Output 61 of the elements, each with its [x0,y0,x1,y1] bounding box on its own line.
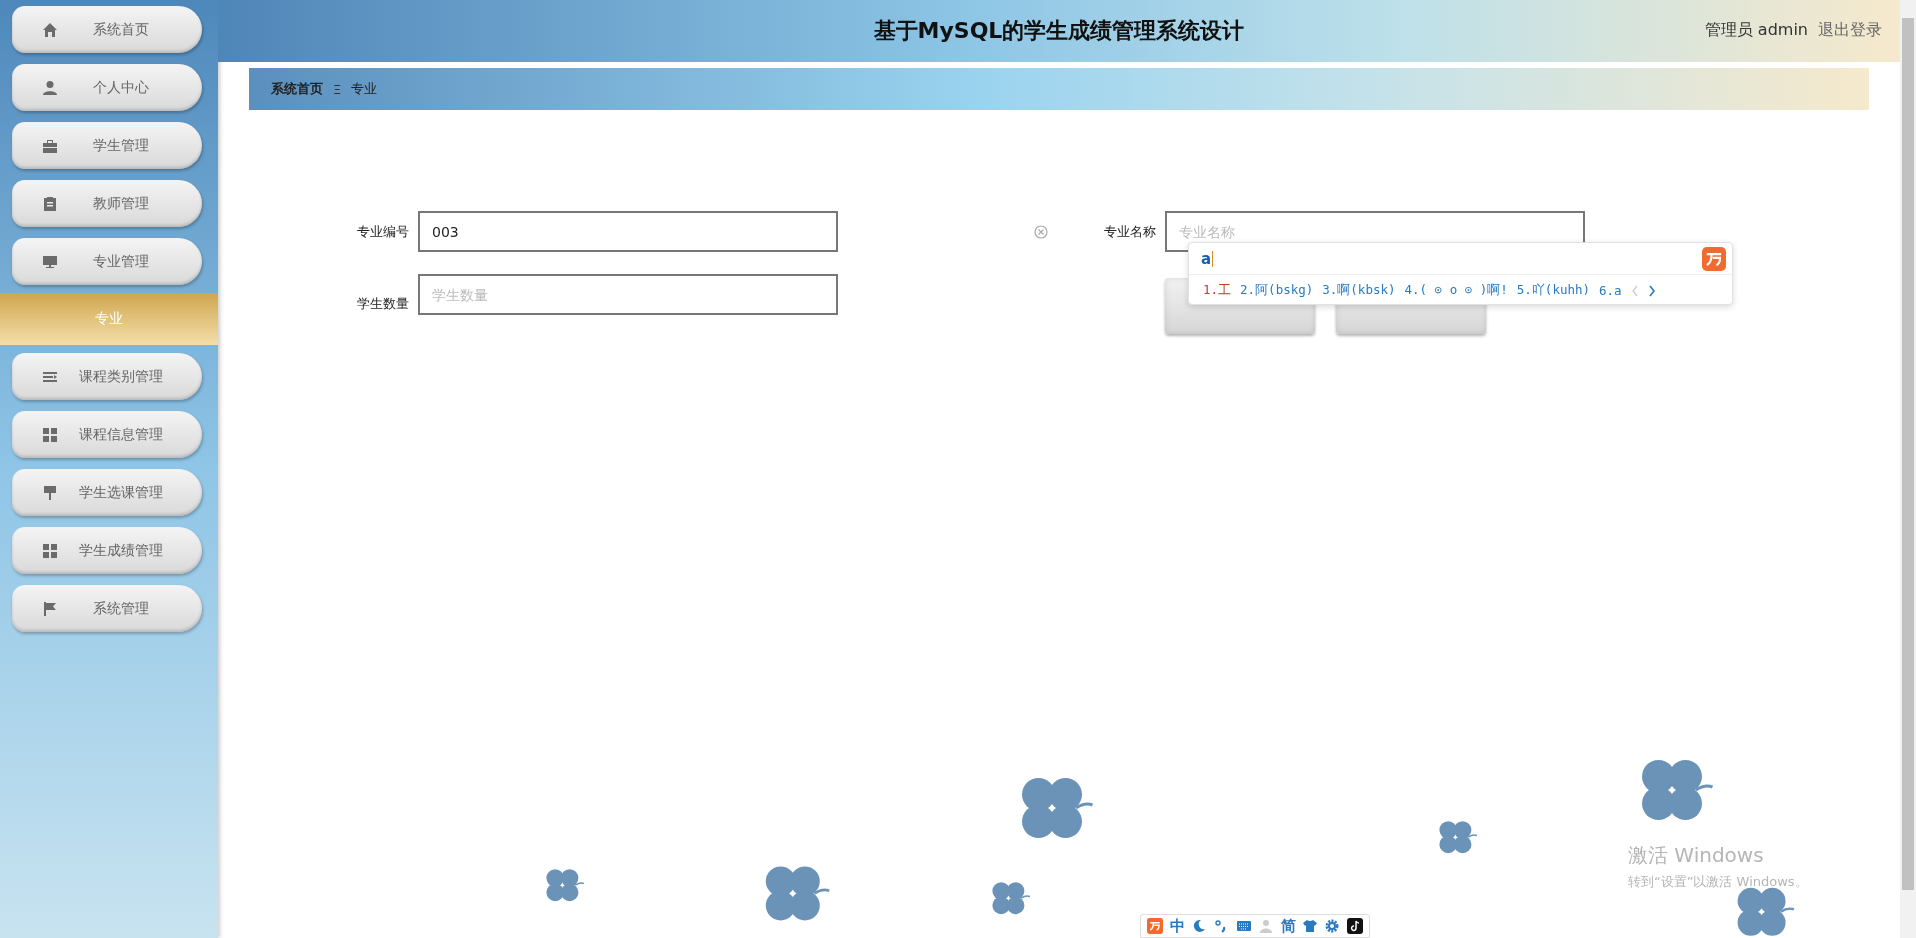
activation-subtitle: 转到“设置”以激活 Windows。 [1628,873,1808,891]
grid-icon [42,426,58,443]
flag-icon [42,600,58,617]
sidebar-item[interactable]: 学生管理 [12,122,202,169]
ime-candidate[interactable]: 1.工 [1203,282,1232,299]
script-toggle[interactable]: 简 [1280,916,1296,936]
ime-candidate[interactable]: 2.阿(bskg) [1240,282,1314,299]
monitor-icon [42,253,58,270]
next-icon[interactable] [1647,284,1656,297]
breadcrumb-link[interactable]: 系统首页 [271,80,323,98]
sidebar-item[interactable]: 教师管理 [12,180,202,227]
grid-icon [42,542,58,559]
keyboard-icon[interactable] [1235,918,1252,934]
ime-candidate[interactable]: 5.吖(kuhh) [1516,282,1591,299]
flower-drawing [1439,821,1478,853]
flower-drawing [992,882,1031,914]
home-icon [42,21,58,38]
ime-logo-icon [1702,247,1726,271]
field-label: 学生数量 [356,295,410,313]
flower-drawing [546,869,585,901]
breadcrumb-separator: Ξ [333,81,342,97]
sidebar-item[interactable]: 个人中心 [12,64,202,111]
scrollbar-thumb[interactable] [1902,18,1914,890]
user-icon[interactable] [1258,918,1275,934]
sidebar-item[interactable]: 课程类别管理 [12,353,202,400]
sidebar-item[interactable]: 系统管理 [12,585,202,632]
scrollbar[interactable] [1900,0,1916,938]
ime-candidate[interactable]: 3.啊(kbsk) [1322,282,1396,299]
clipboard-icon [42,195,58,212]
flower-drawing [766,866,830,920]
previous-icon[interactable] [1630,284,1639,297]
sidebar-item[interactable]: 学生选课管理 [12,469,202,516]
ime-candidate[interactable]: 4.( ⊙ o ⊙ )啊! [1404,282,1508,299]
sidebar-item[interactable]: 系统首页 [12,6,202,53]
user-label: 管理员 admin [1704,20,1808,41]
shirt-icon[interactable] [1301,918,1318,934]
user-icon [42,79,58,96]
flower-drawing [1022,778,1093,838]
ime-candidate[interactable]: 6.a [1599,283,1622,298]
logout-link[interactable]: 退出登录 [1818,20,1882,41]
input-field[interactable]: 学生数量 [418,274,838,315]
briefcase-icon [42,137,58,154]
field-label: 专业名称 [1103,222,1157,241]
flower-drawing [1738,888,1795,936]
breadcrumb-link[interactable]: 专业 [351,80,378,98]
ime-logo-icon[interactable] [1147,918,1164,934]
input-field[interactable]: 003 [418,211,838,252]
text-cursor [1212,250,1214,267]
ime-typed-text: a [1201,249,1212,268]
page-title: 基于MySQL的学生成绩管理系统设计 [873,17,1245,45]
sidebar-item[interactable]: 课程信息管理 [12,411,202,458]
settings-icon[interactable] [1324,918,1341,934]
flower-drawing [1642,760,1713,820]
input-mode-toggle[interactable]: 中 [1169,916,1185,936]
activation-title: 激活 Windows [1628,842,1765,869]
field-label: 专业编号 [356,222,410,241]
music-note-icon[interactable] [1346,918,1363,934]
sidebar-item[interactable]: 专业管理 [12,238,202,285]
sidebar-item[interactable]: 学生成绩管理 [12,527,202,574]
signpost-icon [42,484,58,501]
clear-icon[interactable] [1034,224,1048,239]
